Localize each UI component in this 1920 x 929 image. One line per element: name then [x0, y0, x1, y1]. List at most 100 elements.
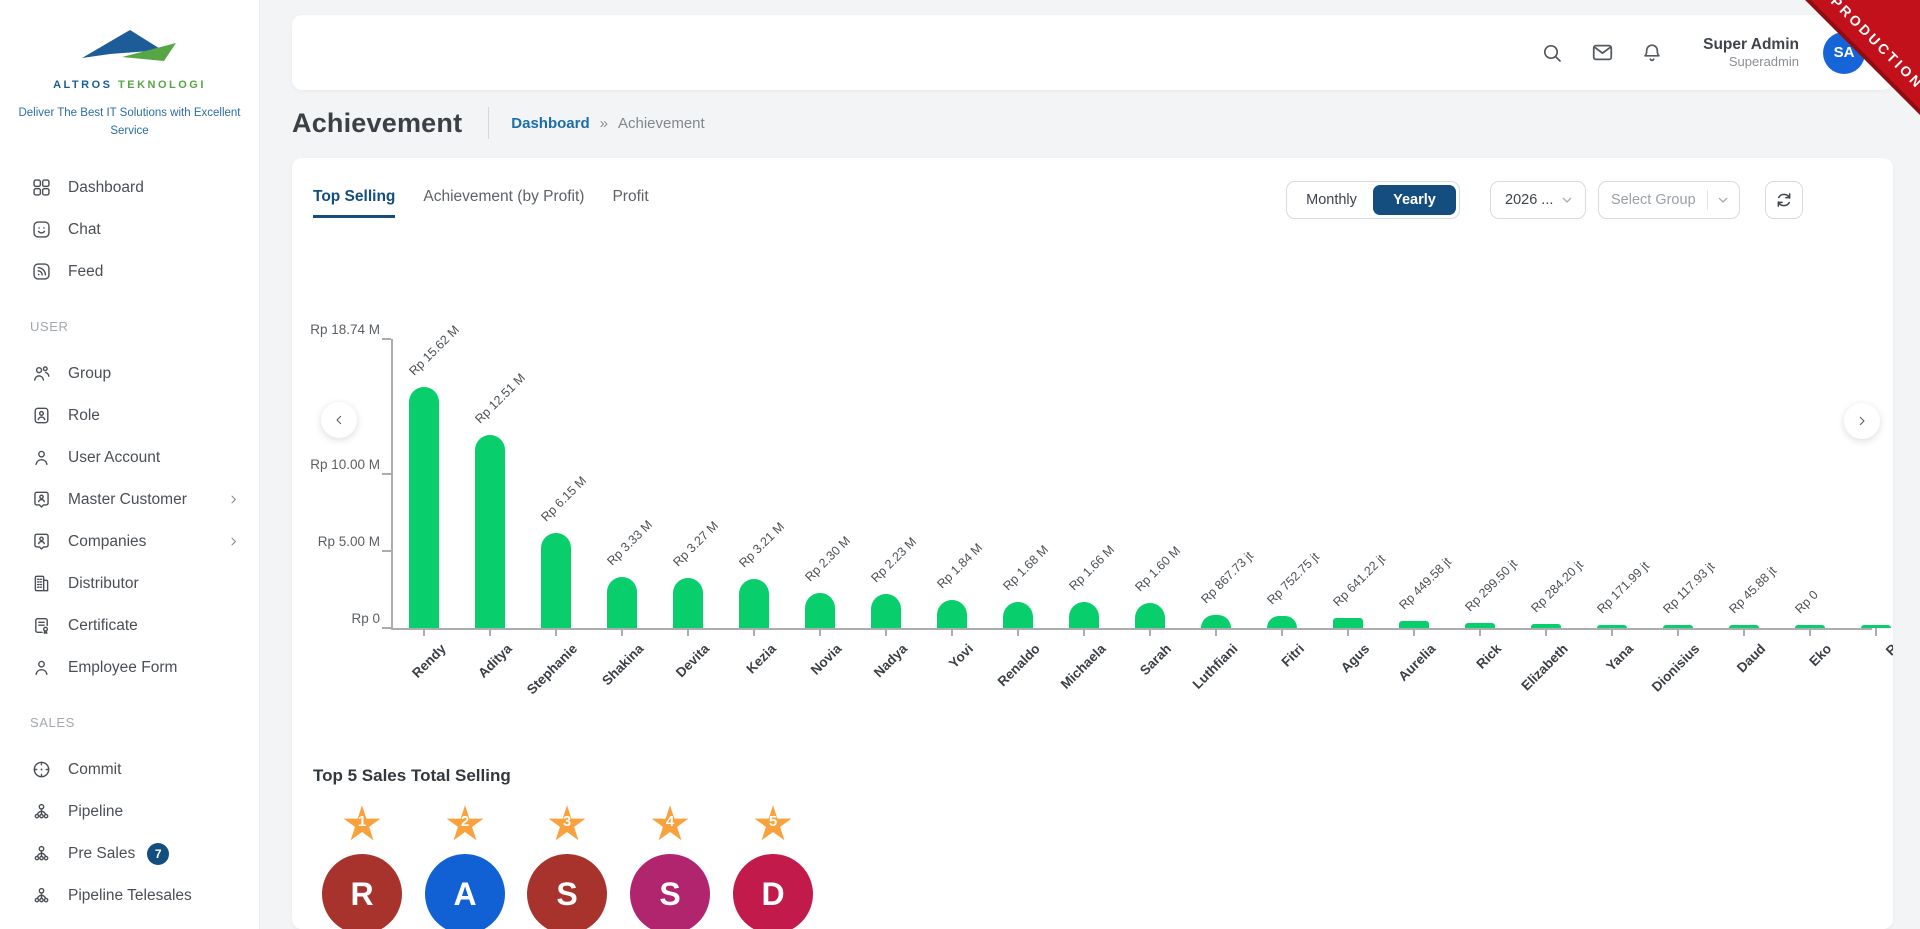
- bar-value-label: Rp 1.68 M: [1000, 542, 1052, 594]
- bar-luthfiani[interactable]: [1201, 615, 1231, 628]
- x-axis-tick: [753, 628, 755, 636]
- group-icon: [31, 363, 52, 384]
- sidebar-item-pipeline-telesales[interactable]: Pipeline Telesales: [0, 875, 259, 917]
- sidebar-item-dashboard[interactable]: Dashboard: [0, 167, 259, 209]
- chevron-right-icon: [226, 492, 241, 507]
- bar-fitri[interactable]: [1267, 616, 1297, 628]
- rank-number: 5: [728, 813, 818, 830]
- building-icon: [31, 573, 52, 594]
- chevron-right-icon: [226, 534, 241, 549]
- top5-sales-rank-3[interactable]: ★3S: [522, 798, 612, 929]
- x-axis-tick: [819, 628, 821, 636]
- top5-sales-rank-5[interactable]: ★5D: [728, 798, 818, 929]
- bar-value-label: Rp 3.27 M: [670, 518, 722, 570]
- top5-sales-rank-4[interactable]: ★4S: [625, 798, 715, 929]
- page-title: Achievement: [292, 108, 462, 139]
- rank-number: 1: [317, 813, 407, 830]
- sidebar-item-employee-form[interactable]: Employee Form: [0, 647, 259, 689]
- bar-shakina[interactable]: [607, 577, 637, 628]
- sidebar-item-certificate[interactable]: Certificate: [0, 605, 259, 647]
- sidebar-item-commit[interactable]: Commit: [0, 749, 259, 791]
- breadcrumb-dashboard-link[interactable]: Dashboard: [511, 115, 589, 132]
- sidebar-item-user-account[interactable]: User Account: [0, 437, 259, 479]
- sidebar-item-quotation[interactable]: Quotation: [0, 917, 259, 929]
- bar-kezia[interactable]: [739, 579, 769, 628]
- x-axis-tick: [1611, 628, 1613, 636]
- refresh-button[interactable]: [1765, 181, 1803, 219]
- brand-logo: ALTROS TEKNOLOGI Deliver The Best IT Sol…: [0, 0, 259, 141]
- rank-number: 4: [625, 813, 715, 830]
- x-axis-tick: [423, 628, 425, 636]
- certificate-icon: [31, 615, 52, 636]
- top5-sales-rank-1[interactable]: ★1R: [317, 798, 407, 929]
- x-axis-tick: [1809, 628, 1811, 636]
- bell-icon[interactable]: [1639, 40, 1665, 66]
- bar-rendy[interactable]: [409, 387, 439, 628]
- year-select[interactable]: 2026 ...: [1490, 181, 1586, 219]
- x-axis-category-label: Sarah: [1137, 641, 1174, 678]
- bar-nadya[interactable]: [871, 594, 901, 628]
- bar-devita[interactable]: [673, 578, 703, 628]
- top5-heading: Top 5 Sales Total Selling: [313, 766, 511, 786]
- group-select-placeholder: Select Group: [1611, 192, 1696, 208]
- rank-star-badge: ★2: [420, 798, 510, 852]
- top-header-bar: Super Admin Superadmin SA: [292, 15, 1893, 90]
- sidebar-item-pre-sales[interactable]: Pre Sales7: [0, 833, 259, 875]
- x-axis-tick: [885, 628, 887, 636]
- chevron-right-icon: [226, 534, 241, 549]
- rank-star-badge: ★3: [522, 798, 612, 852]
- x-axis-tick: [1677, 628, 1679, 636]
- chevron-right-icon: [226, 492, 241, 507]
- chart-scroll-next-button[interactable]: [1844, 403, 1880, 439]
- x-axis-category-label: Fitri: [1278, 641, 1307, 670]
- sidebar-item-feed[interactable]: Feed: [0, 251, 259, 293]
- search-icon[interactable]: [1539, 40, 1565, 66]
- sidebar-item-chat[interactable]: Chat: [0, 209, 259, 251]
- breadcrumb-current: Achievement: [618, 115, 705, 132]
- bar-stephanie[interactable]: [541, 533, 571, 628]
- sidebar-item-companies[interactable]: Companies: [0, 521, 259, 563]
- sidebar-item-label: Pipeline: [68, 803, 123, 821]
- sidebar-item-distributor[interactable]: Distributor: [0, 563, 259, 605]
- brand-name-primary: ALTROS: [53, 79, 112, 91]
- bar-agus[interactable]: [1333, 618, 1363, 628]
- mail-icon[interactable]: [1589, 40, 1615, 66]
- bar-michaela[interactable]: [1069, 602, 1099, 628]
- bar-aurelia[interactable]: [1399, 621, 1429, 628]
- x-axis-tick: [1083, 628, 1085, 636]
- tab-profit[interactable]: Profit: [612, 188, 648, 218]
- bar-value-label: Rp 117.93 jt: [1660, 559, 1718, 617]
- x-axis-category-label: Michaela: [1058, 641, 1109, 692]
- x-axis-category-label: Elizabeth: [1518, 641, 1571, 694]
- chart-scroll-prev-button[interactable]: [321, 402, 357, 438]
- x-axis-category-label: Daud: [1734, 641, 1768, 675]
- avatar[interactable]: SA: [1823, 32, 1865, 74]
- bar-sarah[interactable]: [1135, 603, 1165, 628]
- bar-value-label: Rp 1.84 M: [934, 540, 986, 592]
- bar-renaldo[interactable]: [1003, 602, 1033, 628]
- tab-achievement-by-profit[interactable]: Achievement (by Profit): [423, 188, 584, 218]
- x-axis-category-label: Luthfiani: [1190, 641, 1241, 692]
- sidebar-item-role[interactable]: Role: [0, 395, 259, 437]
- tab-top-selling[interactable]: Top Selling: [313, 188, 395, 218]
- top5-sales-rank-2[interactable]: ★2A: [420, 798, 510, 929]
- sidebar-item-label: Feed: [68, 263, 103, 281]
- monthly-button[interactable]: Monthly: [1290, 192, 1373, 208]
- sidebar-item-pipeline[interactable]: Pipeline: [0, 791, 259, 833]
- sidebar-item-group[interactable]: Group: [0, 353, 259, 395]
- yearly-button[interactable]: Yearly: [1373, 185, 1456, 215]
- x-axis-category-label: Rendy: [409, 641, 449, 681]
- group-select[interactable]: Select Group: [1598, 181, 1740, 219]
- bar-value-label: Rp 1.60 M: [1132, 543, 1184, 595]
- bar-value-label: Rp 449.58 jt: [1396, 554, 1455, 613]
- y-axis-tick-label: Rp 0: [300, 611, 380, 627]
- sidebar-item-label: Master Customer: [68, 491, 187, 509]
- refresh-icon: [1774, 190, 1794, 210]
- bar-yovi[interactable]: [937, 600, 967, 628]
- bar-aditya[interactable]: [475, 435, 505, 628]
- user-menu[interactable]: Super Admin Superadmin: [1703, 35, 1799, 71]
- bar-novia[interactable]: [805, 593, 835, 628]
- sales-avatar: S: [630, 854, 710, 929]
- sidebar-item-master-customer[interactable]: Master Customer: [0, 479, 259, 521]
- pipeline-icon: [31, 843, 52, 864]
